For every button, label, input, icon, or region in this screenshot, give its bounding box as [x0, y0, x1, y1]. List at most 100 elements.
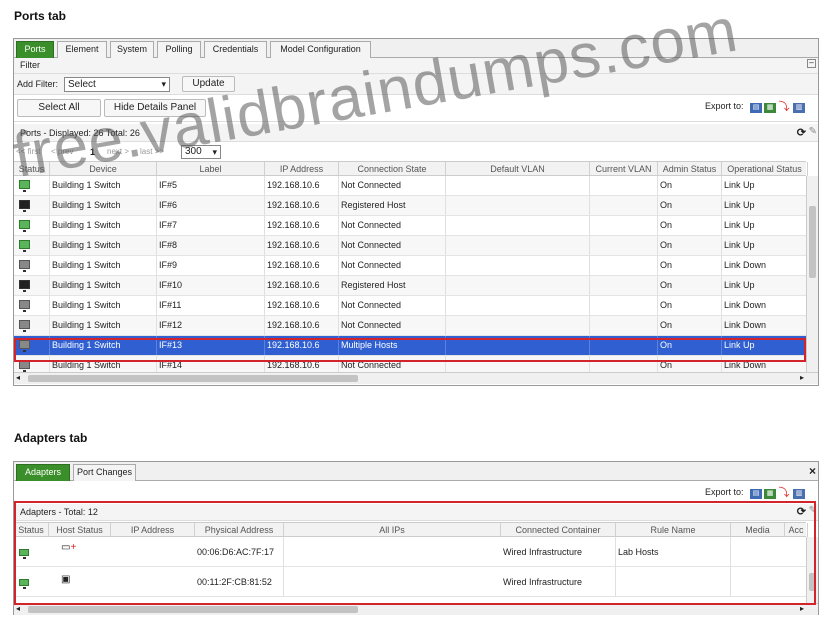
pager-first[interactable]: << first: [16, 147, 40, 156]
tab-element[interactable]: Element: [57, 41, 107, 58]
scroll-left-icon[interactable]: ◂: [16, 373, 20, 382]
update-button[interactable]: Update: [182, 76, 235, 92]
excel-export-icon[interactable]: ▦: [764, 489, 776, 499]
tab-ports[interactable]: Ports: [16, 41, 54, 58]
tab-polling[interactable]: Polling: [157, 41, 201, 58]
port-status-icon: [19, 200, 30, 212]
cell-connection-state: Not Connected: [339, 296, 446, 315]
scroll-left-icon[interactable]: ◂: [16, 604, 20, 613]
col-default-vlan[interactable]: Default VLAN: [446, 162, 590, 176]
cell-operational-status: Link Up: [722, 236, 808, 255]
cell-default-vlan: [446, 216, 590, 235]
port-status-icon: [19, 240, 30, 252]
table-row[interactable]: Building 1 Switch IF#10 192.168.10.6 Regist…: [14, 276, 808, 296]
col-status[interactable]: Status: [14, 162, 50, 176]
cell-ip-address: 192.168.10.6: [265, 236, 339, 255]
xml-export-icon[interactable]: ▥: [793, 103, 805, 113]
pager-prev[interactable]: < prev: [51, 147, 73, 156]
cell-ip-address: 192.168.10.6: [265, 176, 339, 195]
table-row[interactable]: Building 1 Switch IF#9 192.168.10.6 Not Con…: [14, 256, 808, 276]
pdf-export-icon[interactable]: ⤵: [778, 488, 790, 499]
cell-device: Building 1 Switch: [50, 236, 157, 255]
cell-connection-state: Not Connected: [339, 176, 446, 195]
ports-horizontal-scrollbar[interactable]: ◂ ▸: [14, 372, 818, 384]
tab-adapters[interactable]: Adapters: [16, 464, 70, 481]
export-label: Export to:: [705, 101, 744, 111]
collapse-icon[interactable]: –: [807, 59, 816, 68]
edit-icon[interactable]: ✎: [809, 126, 817, 137]
cell-ip-address: 192.168.10.6: [265, 196, 339, 215]
add-filter-select[interactable]: Select ▾: [64, 77, 170, 92]
cell-ip-address: 192.168.10.6: [265, 276, 339, 295]
cell-status: [14, 216, 50, 235]
ports-vertical-thumb[interactable]: [809, 206, 816, 278]
cell-label: IF#5: [157, 176, 265, 195]
cell-default-vlan: [446, 316, 590, 335]
cell-connection-state: Not Connected: [339, 256, 446, 275]
col-operational-status[interactable]: Operational Status: [722, 162, 808, 176]
page-size-select[interactable]: 300 ▾: [181, 145, 221, 159]
filter-strip: Filter –: [14, 58, 818, 74]
ports-section-title: Ports tab: [14, 9, 67, 23]
table-row[interactable]: Building 1 Switch IF#7 192.168.10.6 Not Con…: [14, 216, 808, 236]
table-row[interactable]: Building 1 Switch IF#6 192.168.10.6 Registe…: [14, 196, 808, 216]
cell-current-vlan: [590, 236, 658, 255]
select-all-button[interactable]: Select All: [17, 99, 101, 117]
cell-device: Building 1 Switch: [50, 176, 157, 195]
table-row[interactable]: Building 1 Switch IF#8 192.168.10.6 Not Con…: [14, 236, 808, 256]
ports-tabbar: Ports Element System Polling Credentials…: [14, 39, 818, 58]
cell-status: [14, 256, 50, 275]
port-status-icon: [19, 220, 30, 232]
cell-status: [14, 296, 50, 315]
cell-admin-status: On: [658, 196, 722, 215]
ports-summary: Ports - Displayed: 26 Total: 26: [20, 128, 140, 138]
table-row[interactable]: Building 1 Switch IF#5 192.168.10.6 Not Con…: [14, 176, 808, 196]
col-device[interactable]: Device: [50, 162, 157, 176]
cell-connection-state: Not Connected: [339, 316, 446, 335]
filter-label: Filter: [20, 60, 40, 70]
cell-status: [14, 236, 50, 255]
port-status-icon: [19, 180, 30, 192]
excel-export-icon[interactable]: ▦: [764, 103, 776, 113]
tab-system[interactable]: System: [110, 41, 154, 58]
csv-export-icon[interactable]: ▤: [750, 103, 762, 113]
cell-admin-status: On: [658, 176, 722, 195]
scroll-right-icon[interactable]: ▸: [800, 604, 804, 613]
tab-credentials[interactable]: Credentials: [204, 41, 267, 58]
add-filter-strip: Add Filter: Select ▾ Update: [14, 74, 818, 95]
cell-admin-status: On: [658, 316, 722, 335]
cell-default-vlan: [446, 176, 590, 195]
pager: << first < prev 1 next > last >> 300 ▾: [14, 144, 818, 161]
cell-default-vlan: [446, 196, 590, 215]
cell-label: IF#10: [157, 276, 265, 295]
pdf-export-icon[interactable]: ⤵: [778, 102, 790, 113]
pager-page: 1: [90, 147, 96, 157]
adapters-export-strip: Export to: ▤ ▦ ⤵ ▥: [14, 482, 818, 502]
col-connection-state[interactable]: Connection State: [339, 162, 446, 176]
adapters-horizontal-thumb[interactable]: [28, 606, 358, 613]
pager-next[interactable]: next >: [107, 147, 129, 156]
scroll-right-icon[interactable]: ▸: [800, 373, 804, 382]
col-ip-address[interactable]: IP Address: [265, 162, 339, 176]
table-row[interactable]: Building 1 Switch IF#11 192.168.10.6 Not Co…: [14, 296, 808, 316]
col-label[interactable]: Label: [157, 162, 265, 176]
close-icon[interactable]: ×: [809, 464, 816, 478]
cell-device: Building 1 Switch: [50, 276, 157, 295]
xml-export-icon[interactable]: ▥: [793, 489, 805, 499]
ports-horizontal-thumb[interactable]: [28, 375, 358, 382]
pager-last[interactable]: last >>: [140, 147, 164, 156]
col-current-vlan[interactable]: Current VLAN: [590, 162, 658, 176]
csv-export-icon[interactable]: ▤: [750, 489, 762, 499]
tab-port-changes[interactable]: Port Changes: [73, 464, 136, 481]
table-row[interactable]: Building 1 Switch IF#12 192.168.10.6 Not Co…: [14, 316, 808, 336]
cell-device: Building 1 Switch: [50, 316, 157, 335]
adapters-tabbar: Adapters Port Changes ×: [14, 462, 818, 481]
col-admin-status[interactable]: Admin Status: [658, 162, 722, 176]
hide-details-panel-button[interactable]: Hide Details Panel: [104, 99, 206, 117]
ports-vertical-scrollbar[interactable]: [806, 176, 818, 372]
ports-summary-strip: Ports - Displayed: 26 Total: 26 ⟳ ✎: [14, 124, 818, 142]
refresh-icon[interactable]: ⟳: [797, 126, 806, 139]
port-status-icon: [19, 260, 30, 272]
tab-model-configuration[interactable]: Model Configuration: [270, 41, 371, 58]
cell-device: Building 1 Switch: [50, 296, 157, 315]
